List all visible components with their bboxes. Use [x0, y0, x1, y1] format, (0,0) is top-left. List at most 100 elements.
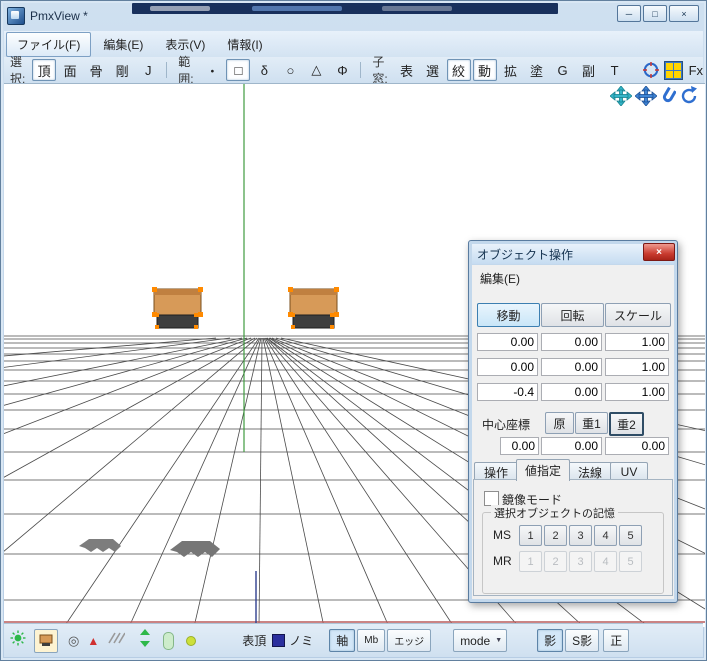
dot-icon[interactable] [186, 636, 196, 646]
subwindow-label: 子窓: [372, 53, 390, 87]
ms-slot-5-button[interactable]: 5 [619, 525, 642, 546]
center-coord-label: 中心座標 [482, 416, 530, 433]
red-triangle-icon[interactable]: ▲ [87, 634, 99, 648]
dialog-title: オブジェクト操作 [477, 246, 573, 263]
axis-toggle-button[interactable]: 軸 [329, 629, 355, 652]
view-zoom-icon[interactable] [660, 86, 676, 106]
material-box-button[interactable] [34, 629, 58, 653]
subwindow-g-button[interactable]: G [551, 59, 575, 81]
subwindow-t-button[interactable]: T [603, 59, 627, 81]
center-origin-button[interactable]: 原 [545, 412, 574, 434]
status-bar: ◎ ▲ 表頂 ノミ 軸 Mb エッジ mode ▼ 影 S影 [4, 623, 703, 657]
subwindow-expand-button[interactable]: 拡 [499, 59, 523, 81]
updown-arrows-icon[interactable] [139, 629, 151, 652]
view-nav-icons [610, 86, 699, 106]
dialog-client: 編集(E) 移動 回転 スケール 中心座標 原 重1 重2 操作 値指定 法 [472, 265, 674, 599]
range-label: 範囲: [178, 53, 196, 87]
toolbar-separator [360, 62, 361, 78]
capsule-icon[interactable] [163, 632, 174, 650]
mr-slot-4-button[interactable]: 4 [594, 551, 617, 572]
dialog-menu-edit[interactable]: 編集(E) [480, 270, 520, 287]
hatch-icon[interactable] [107, 631, 125, 650]
mb-toggle-button[interactable]: Mb [357, 629, 385, 652]
matrix-field-y3[interactable] [541, 383, 602, 401]
move-mode-button[interactable]: 移動 [477, 303, 540, 327]
matrix-field-z3[interactable] [605, 383, 669, 401]
mr-slot-1-button[interactable]: 1 [519, 551, 542, 572]
subwindow-filter-button[interactable]: 絞 [447, 59, 471, 81]
center-field-x[interactable] [500, 437, 539, 455]
mr-slot-3-button[interactable]: 3 [569, 551, 592, 572]
minimize-button[interactable]: ─ [617, 5, 641, 22]
mr-slot-2-button[interactable]: 2 [544, 551, 567, 572]
select-joint-button[interactable]: J [136, 59, 160, 81]
app-icon [7, 7, 25, 25]
selection-memory-label: 選択オブジェクトの記憶 [491, 505, 618, 521]
ms-slot-1-button[interactable]: 1 [519, 525, 542, 546]
view-move-icon[interactable] [635, 86, 657, 106]
subwindow-display-button[interactable]: 表 [395, 59, 419, 81]
mirror-mode-checkbox[interactable] [484, 491, 499, 506]
matrix-field-z2[interactable] [605, 358, 669, 376]
titlebar[interactable]: PmxView * ─ □ × [4, 3, 703, 29]
object-operation-dialog: オブジェクト操作 × 編集(E) 移動 回転 スケール 中心座標 原 重1 重2 [468, 240, 678, 603]
select-vertex-button[interactable]: 頂 [32, 59, 56, 81]
mode-dropdown[interactable]: mode ▼ [453, 629, 507, 652]
range-phi-button[interactable]: Φ [330, 59, 354, 81]
fx-button[interactable]: Fx [689, 63, 703, 78]
range-delta-button[interactable]: δ [252, 59, 276, 81]
nomi-label[interactable]: ノミ [289, 632, 313, 649]
dialog-close-button[interactable]: × [643, 243, 675, 261]
maximize-button[interactable]: □ [643, 5, 667, 22]
self-shadow-toggle-button[interactable]: S影 [565, 629, 599, 652]
edge-toggle-button[interactable]: エッジ [387, 629, 431, 652]
double-circle-icon[interactable]: ◎ [68, 633, 79, 649]
matrix-field-x1[interactable] [477, 333, 538, 351]
model-box-2[interactable] [288, 287, 339, 329]
select-rigid-button[interactable]: 剛 [110, 59, 134, 81]
close-button[interactable]: × [669, 5, 699, 22]
scale-mode-button[interactable]: スケール [605, 303, 671, 327]
menu-info[interactable]: 情報(I) [217, 33, 272, 56]
center-crosshair-icon[interactable] [642, 60, 660, 80]
center-gravity1-button[interactable]: 重1 [575, 412, 608, 434]
menu-edit[interactable]: 編集(E) [93, 33, 153, 56]
quad-view-icon[interactable] [664, 60, 683, 80]
rotate-mode-button[interactable]: 回転 [541, 303, 604, 327]
subwindow-paint-button[interactable]: 塗 [525, 59, 549, 81]
ground-shape-1[interactable] [79, 539, 121, 552]
matrix-field-y1[interactable] [541, 333, 602, 351]
menu-bar: ファイル(F) 編集(E) 表示(V) 情報(I) [4, 31, 703, 58]
matrix-field-x3[interactable] [477, 383, 538, 401]
subwindow-motion-button[interactable]: 動 [473, 59, 497, 81]
ms-slot-4-button[interactable]: 4 [594, 525, 617, 546]
shadow-toggle-button[interactable]: 影 [537, 629, 563, 652]
center-field-z[interactable] [605, 437, 669, 455]
model-box-1[interactable] [152, 287, 203, 329]
ground-shape-2[interactable] [170, 541, 220, 557]
matrix-field-y2[interactable] [541, 358, 602, 376]
view-pan-icon[interactable] [610, 86, 632, 106]
center-gravity2-button[interactable]: 重2 [609, 412, 644, 436]
range-circle-button[interactable]: ○ [278, 59, 302, 81]
mr-slot-5-button[interactable]: 5 [619, 551, 642, 572]
ms-slot-2-button[interactable]: 2 [544, 525, 567, 546]
range-triangle-button[interactable]: △ [304, 59, 328, 81]
range-box-button[interactable]: □ [226, 59, 250, 81]
ms-slot-3-button[interactable]: 3 [569, 525, 592, 546]
view-rotate-icon[interactable] [679, 86, 699, 106]
matrix-field-z1[interactable] [605, 333, 669, 351]
chevron-down-icon: ▼ [495, 637, 502, 644]
center-field-y[interactable] [541, 437, 602, 455]
vertex-color-swatch[interactable] [272, 634, 285, 647]
vertex-display-label[interactable]: 表頂 [242, 632, 266, 649]
tab-value-input[interactable]: 値指定 [516, 459, 570, 481]
select-face-button[interactable]: 面 [58, 59, 82, 81]
select-bone-button[interactable]: 骨 [84, 59, 108, 81]
subwindow-sub-button[interactable]: 副 [577, 59, 601, 81]
matrix-field-x2[interactable] [477, 358, 538, 376]
light-icon[interactable] [10, 630, 26, 651]
range-dot-button[interactable]: ・ [200, 59, 224, 81]
normal-toggle-button[interactable]: 正 [603, 629, 629, 652]
subwindow-select-button[interactable]: 選 [421, 59, 445, 81]
